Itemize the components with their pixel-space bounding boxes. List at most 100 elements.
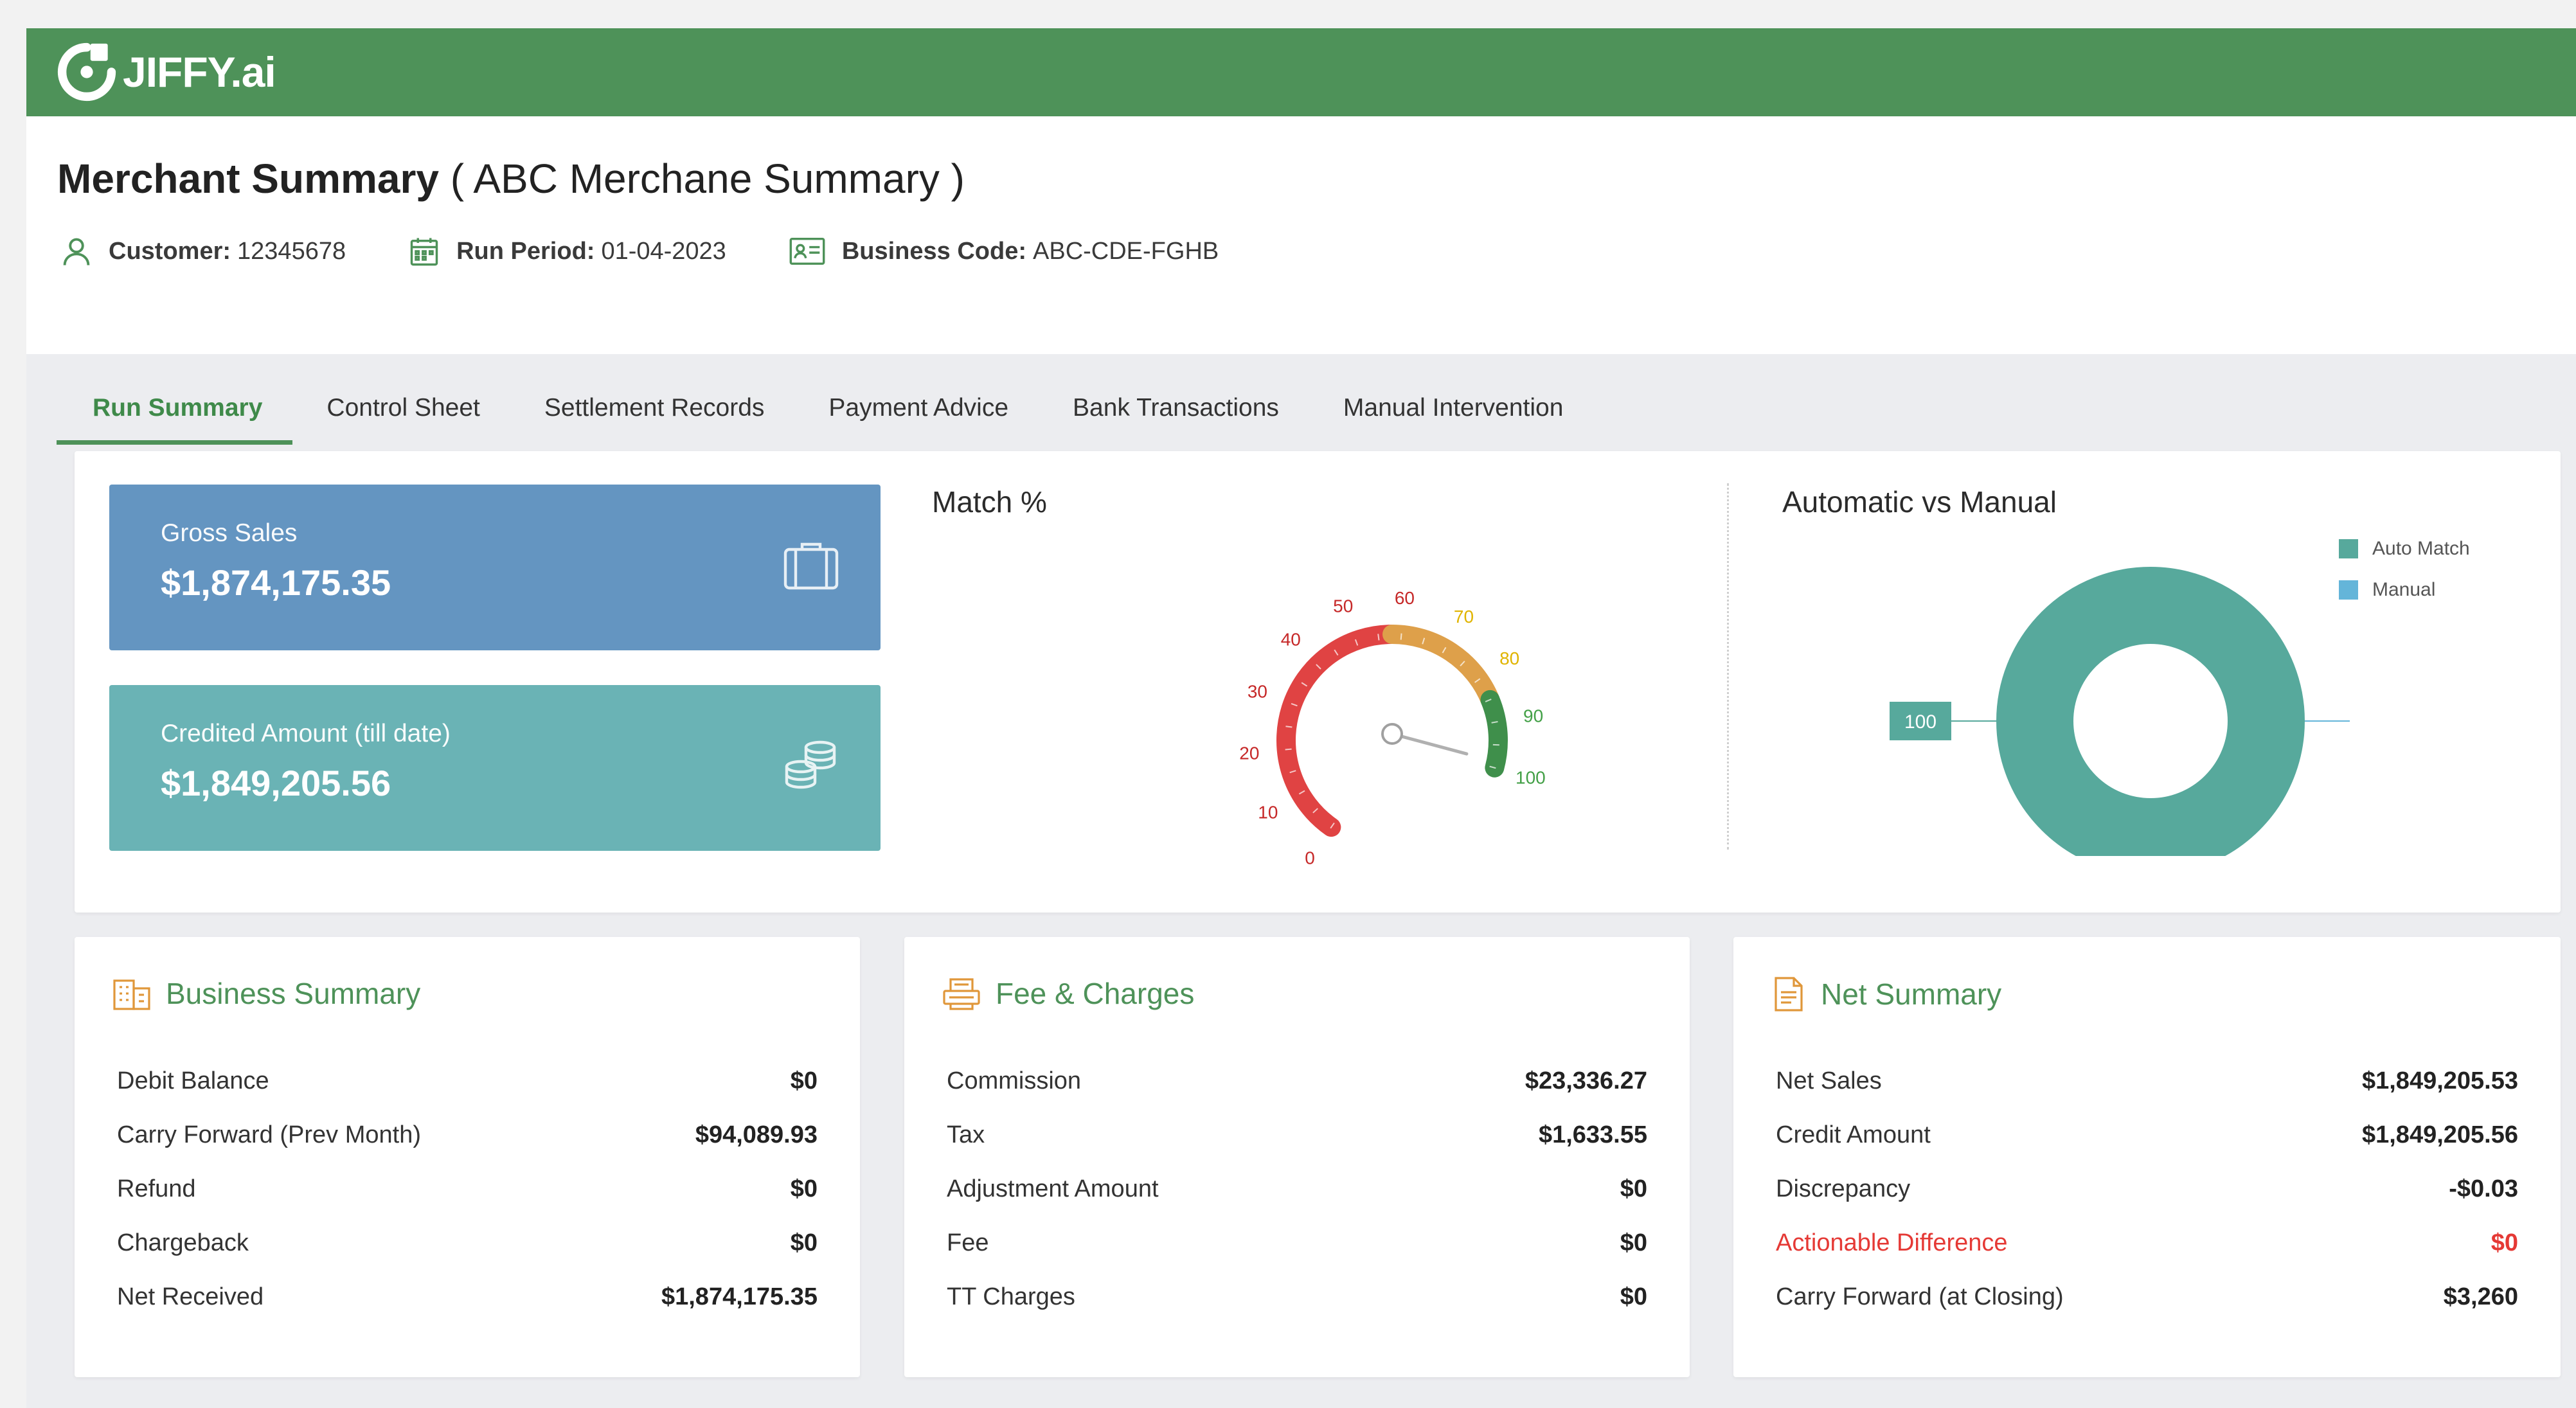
section-divider [1727, 483, 1729, 850]
tab-settlement-records[interactable]: Settlement Records [514, 373, 795, 443]
credited-amount-label: Credited Amount (till date) [161, 720, 451, 747]
fee-charges-title: Fee & Charges [996, 977, 1195, 1010]
page-title-main: Merchant Summary [57, 156, 439, 202]
row-value: $0 [2491, 1229, 2518, 1256]
fee-charges-card: Fee & Charges Commission $23,336.27 Tax $1… [904, 937, 1690, 1377]
fee-charges-rows: Commission $23,336.27 Tax $1,633.55 Adjust… [947, 1054, 1647, 1324]
net-summary-card: Net Summary Net Sales $1,849,205.53 Credi… [1733, 937, 2561, 1377]
gauge-tick-label: 30 [1248, 682, 1267, 702]
jiffy-logo[interactable]: JIFFY.ai [56, 36, 276, 108]
net-summary-title: Net Summary [1821, 977, 2002, 1011]
gross-sales-card[interactable]: Gross Sales $1,874,175.35 [109, 485, 881, 650]
user-icon [63, 238, 90, 265]
row-label: Debit Balance [117, 1067, 269, 1094]
top-bar: JIFFY.ai [26, 28, 2576, 116]
gauge-needle-hub [1381, 723, 1403, 745]
customer-meta: Customer: 12345678 [60, 235, 346, 268]
gauge-tick-label: 10 [1258, 803, 1278, 823]
gauge-tick-label: 50 [1333, 596, 1353, 616]
jiffy-logo-mark-icon [57, 42, 116, 102]
data-label: 100 [1904, 711, 1936, 733]
receipt-printer-icon [943, 978, 980, 1010]
summary-row: Adjustment Amount $0 [947, 1162, 1647, 1216]
row-label: Credit Amount [1776, 1121, 1931, 1148]
row-label: Fee [947, 1229, 989, 1256]
fee-charges-header: Fee & Charges [942, 976, 1194, 1011]
gross-sales-value: $1,874,175.35 [161, 562, 391, 603]
row-value: $94,089.93 [695, 1121, 818, 1148]
gauge-tick-label: 60 [1395, 588, 1415, 608]
summary-row: Chargeback $0 [117, 1216, 818, 1270]
gauge-tick-label: 70 [1454, 607, 1474, 627]
row-label: Net Sales [1776, 1067, 1882, 1094]
business-code-label: Business Code: [841, 237, 1026, 265]
row-label: Actionable Difference [1776, 1229, 2008, 1256]
legend-item-manual[interactable]: Manual [2339, 569, 2470, 610]
business-summary-card: Business Summary Debit Balance $0 Carry F… [75, 937, 860, 1377]
row-label: Carry Forward (at Closing) [1776, 1283, 2064, 1310]
row-label: Net Received [117, 1283, 264, 1310]
donut-slice-auto-match[interactable] [1996, 567, 2305, 875]
auto-vs-manual-chart: 1000 [1771, 522, 2392, 875]
legend-label-manual: Manual [2372, 579, 2436, 600]
gauge-needle [1390, 732, 1469, 756]
row-label: Carry Forward (Prev Month) [117, 1121, 421, 1148]
tab-run-summary[interactable]: Run Summary [57, 373, 293, 445]
actionable-difference-row: Actionable Difference $0 [1776, 1216, 2518, 1270]
meta-row: Customer: 12345678 Run Period: 01-04-202… [60, 232, 1280, 271]
business-code-value: ABC-CDE-FGHB [1033, 237, 1219, 265]
gauge-tick-label: 90 [1523, 706, 1543, 726]
row-label: Chargeback [117, 1229, 249, 1256]
match-title: Match % [932, 485, 1047, 519]
row-value: $0 [790, 1175, 818, 1202]
tab-payment-advice[interactable]: Payment Advice [798, 373, 1039, 443]
gauge-tick-label: 40 [1281, 629, 1301, 649]
briefcase-icon [783, 542, 839, 590]
tab-bank-transactions[interactable]: Bank Transactions [1042, 373, 1309, 443]
business-code-meta: Business Code: ABC-CDE-FGHB [788, 235, 1219, 268]
calendar-icon [410, 238, 438, 266]
id-card-icon [789, 238, 825, 265]
brand-name: JIFFY.ai [123, 48, 276, 96]
row-value: $0 [790, 1229, 818, 1256]
legend-swatch-auto-match [2339, 539, 2358, 558]
gauge-tick-mark [1400, 633, 1402, 640]
credited-amount-value: $1,849,205.56 [161, 763, 391, 803]
gauge-tick-label: 80 [1499, 648, 1519, 668]
gauge-tick-mark [1377, 634, 1380, 641]
chart-legend: Auto Match Manual [2339, 528, 2470, 610]
business-summary-header: Business Summary [112, 976, 420, 1011]
row-value: $0 [790, 1067, 818, 1094]
summary-row: Debit Balance $0 [117, 1054, 818, 1108]
summary-row: Net Received $1,874,175.35 [117, 1270, 818, 1324]
summary-row: TT Charges $0 [947, 1270, 1647, 1324]
row-value: -$0.03 [2449, 1175, 2518, 1202]
run-period-value: 01-04-2023 [601, 237, 726, 265]
tab-bar: Run Summary Control Sheet Settlement Rec… [57, 373, 1597, 447]
run-period-meta: Run Period: 01-04-2023 [407, 235, 726, 268]
row-value: $1,874,175.35 [661, 1283, 818, 1310]
legend-item-auto-match[interactable]: Auto Match [2339, 528, 2470, 569]
building-icon [113, 979, 150, 1010]
tab-manual-intervention[interactable]: Manual Intervention [1313, 373, 1594, 443]
gauge-tick-mark [1285, 726, 1292, 728]
summary-row: Discrepancy -$0.03 [1776, 1162, 2518, 1216]
summary-row: Refund $0 [117, 1162, 818, 1216]
donut-chart-svg: 1000 [1890, 567, 2392, 875]
net-summary-header: Net Summary [1771, 976, 2001, 1013]
summary-row: Carry Forward (at Closing) $3,260 [1776, 1270, 2518, 1324]
coins-icon [785, 740, 836, 789]
gross-sales-label: Gross Sales [161, 519, 298, 547]
match-gauge: 0 10 20 30 40 50 60 70 80 90 100 [1167, 522, 1617, 898]
credited-amount-card[interactable]: Credited Amount (till date) $1,849,205.5… [109, 685, 881, 851]
business-summary-title: Business Summary [166, 977, 421, 1010]
page-title: Merchant Summary ( ABC Merchane Summary … [57, 155, 965, 202]
row-value: $3,260 [2443, 1283, 2518, 1310]
summary-row: Credit Amount $1,849,205.56 [1776, 1108, 2518, 1162]
row-value: $23,336.27 [1525, 1067, 1647, 1094]
row-label: Adjustment Amount [947, 1175, 1159, 1202]
tab-control-sheet[interactable]: Control Sheet [296, 373, 510, 443]
row-label: Tax [947, 1121, 985, 1148]
run-period-label: Run Period: [456, 237, 595, 265]
match-gauge-svg: 0 10 20 30 40 50 60 70 80 90 100 [1239, 588, 1545, 868]
